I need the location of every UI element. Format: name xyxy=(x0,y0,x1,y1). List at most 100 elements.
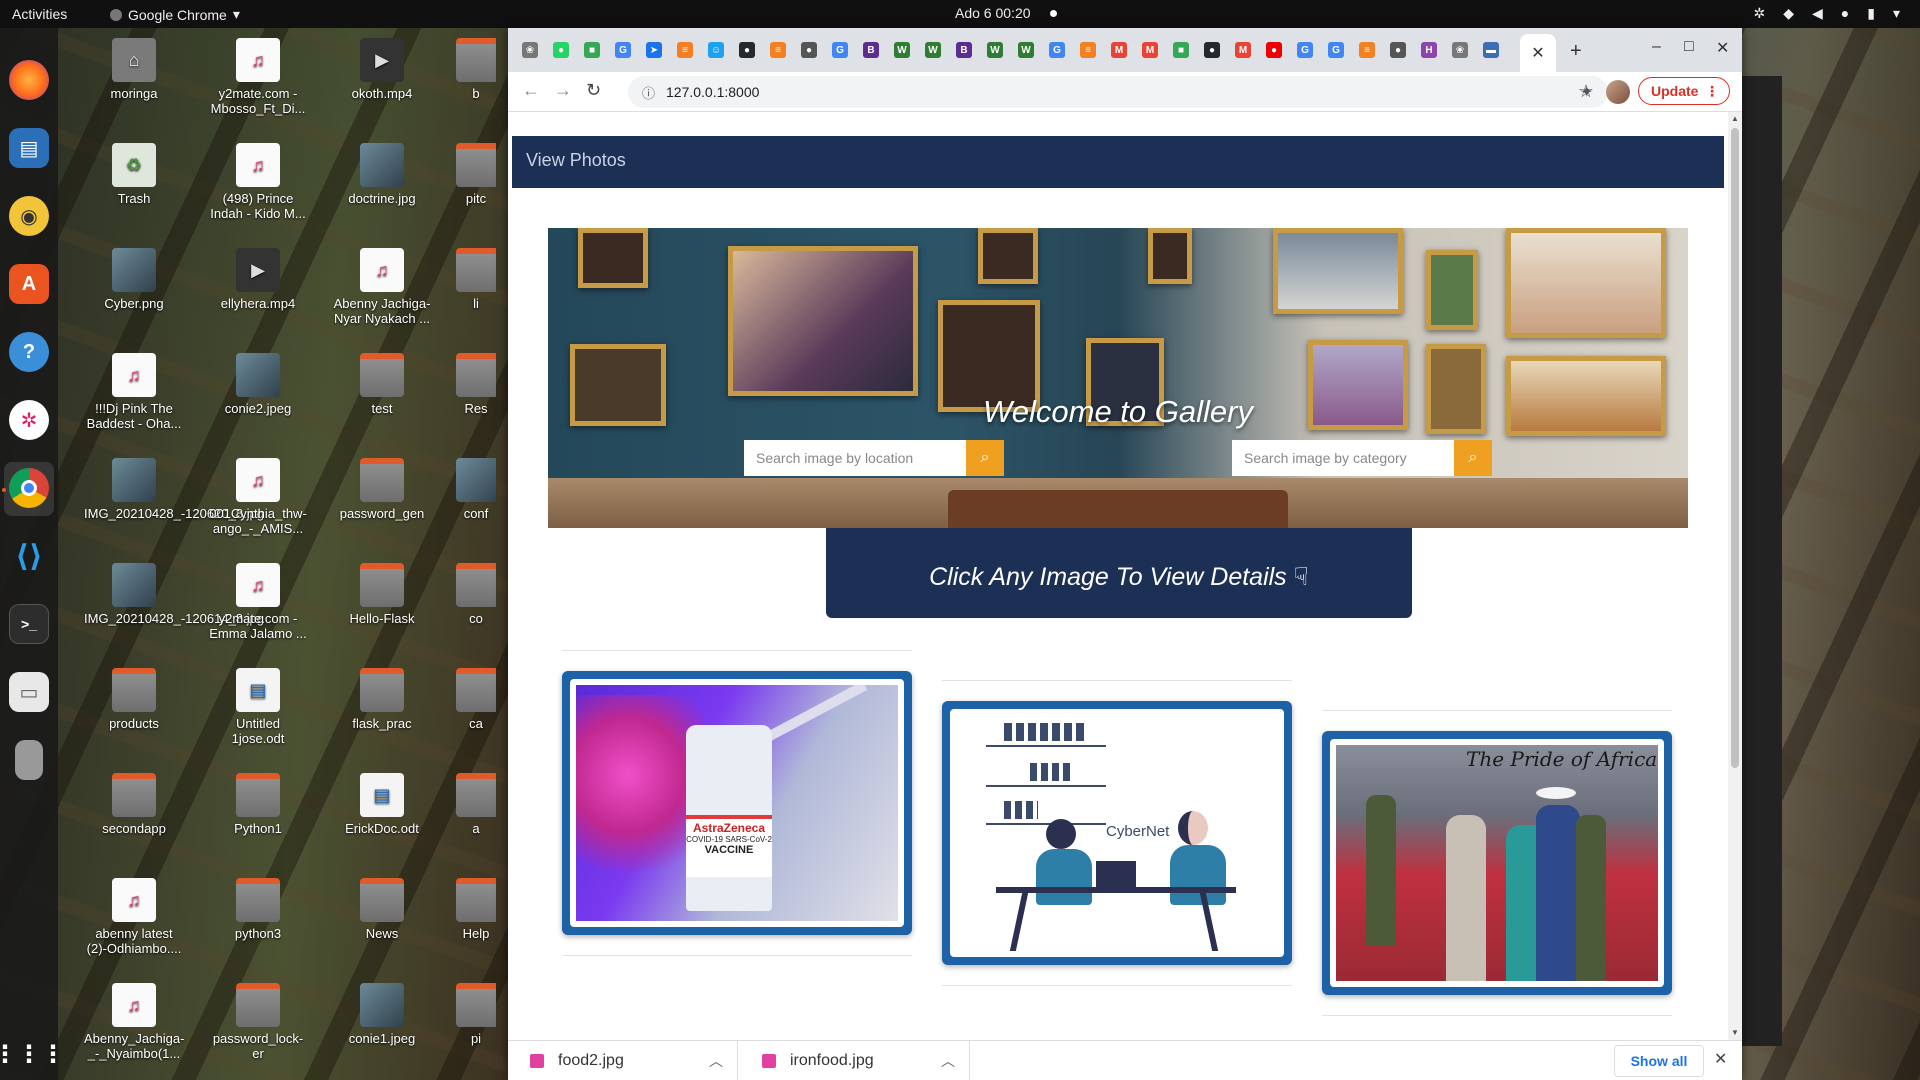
category-search-input[interactable] xyxy=(1232,440,1454,476)
download-item[interactable]: food2.jpg ︿ xyxy=(508,1041,738,1080)
help-icon[interactable]: ? xyxy=(9,332,49,372)
tab-favicon[interactable]: ❀ xyxy=(522,42,538,58)
desktop-icon[interactable]: ♫ Abenny_Jachiga-_-_Nyaimbo(1... xyxy=(84,983,184,1061)
tab-favicon[interactable]: W xyxy=(894,42,910,58)
desktop-icon[interactable]: IMG_20210428_-120614_8.jpg xyxy=(84,563,264,626)
forward-icon[interactable]: → xyxy=(554,80,572,101)
desktop-icon[interactable]: ⌂ moringa xyxy=(84,38,184,101)
scroll-down-icon[interactable]: ▼ xyxy=(1731,1028,1739,1037)
tab-favicon[interactable]: ≡ xyxy=(770,42,786,58)
navbar-brand[interactable]: View Photos xyxy=(526,150,626,170)
slack-tray-icon[interactable]: ✲ xyxy=(1753,5,1765,22)
info-icon[interactable]: ⓘ xyxy=(642,83,655,102)
close-window-icon[interactable]: ✕ xyxy=(1716,38,1729,58)
files-icon[interactable]: ▭ xyxy=(9,672,49,712)
show-all-button[interactable]: Show all xyxy=(1614,1045,1704,1077)
desktop-icon[interactable]: co xyxy=(456,563,496,626)
tab-favicon[interactable]: ❀ xyxy=(1452,42,1468,58)
category-search-button[interactable]: ⌕ xyxy=(1454,440,1492,476)
activities-button[interactable]: Activities xyxy=(12,6,67,22)
pride-of-africa-image[interactable]: The Pride of Africa xyxy=(1336,745,1658,981)
desktop-icon[interactable]: b xyxy=(456,38,496,101)
desktop-icon[interactable]: password_gen xyxy=(332,458,432,521)
tab-favicon[interactable]: ■ xyxy=(1173,42,1189,58)
app-menu[interactable]: Google Chrome ▾ xyxy=(110,6,240,23)
terminal-icon[interactable]: >_ xyxy=(9,604,49,644)
system-tray[interactable]: ✲ ◆ ◀ ● ▮ ▾ xyxy=(1753,5,1900,22)
tab-favicon[interactable]: ≡ xyxy=(1359,42,1375,58)
tab-favicon[interactable]: G xyxy=(1049,42,1065,58)
image-card[interactable]: AstraZeneca COVID-19 SARS-CoV-2 VACCINE xyxy=(562,671,912,935)
tab-favicon[interactable]: G xyxy=(615,42,631,58)
tab-favicon[interactable]: ▬ xyxy=(1483,42,1499,58)
desktop-icon[interactable]: secondapp xyxy=(84,773,184,836)
tab-favicon[interactable]: ■ xyxy=(584,42,600,58)
desktop-icon[interactable]: ca xyxy=(456,668,496,731)
desktop-icon[interactable]: ▶ ellyhera.mp4 xyxy=(208,248,308,311)
chevron-down-icon[interactable]: ▾ xyxy=(1893,5,1900,22)
tab-favicon[interactable]: W xyxy=(987,42,1003,58)
desktop-icon[interactable]: ♫ abenny latest (2)-Odhiambo.... xyxy=(84,878,184,956)
tab-favicon[interactable]: G xyxy=(1328,42,1344,58)
address-bar[interactable]: ⓘ 127.0.0.1:8000 ☆ xyxy=(628,76,1608,108)
tab-favicon[interactable]: M xyxy=(1142,42,1158,58)
firefox-icon[interactable] xyxy=(9,60,49,100)
desktop-icon[interactable]: ♫ !!!Dj Pink The Baddest - Oha... xyxy=(84,353,184,431)
image-card[interactable]: The Pride of Africa xyxy=(1322,731,1672,995)
libreoffice-writer-icon[interactable]: ▤ xyxy=(9,128,49,168)
desktop-icon[interactable]: ♫ 001Cynthia_thw-ango_-_AMIS... xyxy=(208,458,308,536)
desktop-icon[interactable]: ♻ Trash xyxy=(84,143,184,206)
chevron-up-icon[interactable]: ︿ xyxy=(941,1051,955,1071)
desktop-icon[interactable]: flask_prac xyxy=(332,668,432,731)
desktop-icon[interactable]: products xyxy=(84,668,184,731)
avatar[interactable] xyxy=(1606,80,1630,104)
desktop-icon[interactable]: ♫ y2mate.com - Mbosso_Ft_Di... xyxy=(208,38,308,116)
desktop-icon[interactable]: ♫ y2mate.com - Emma Jalamo ... xyxy=(208,563,308,641)
image-card[interactable]: CyberNet xyxy=(942,701,1292,965)
desktop-icon[interactable]: ▤ Untitled 1jose.odt xyxy=(208,668,308,746)
desktop-icon[interactable]: Cyber.png xyxy=(84,248,184,311)
page-scrollbar[interactable]: ▲ ▼ xyxy=(1728,112,1742,1040)
extensions-icon[interactable]: ✦ xyxy=(1580,82,1593,102)
clock[interactable]: Ado 6 00:20 xyxy=(955,5,1031,21)
desktop-icon[interactable]: doctrine.jpg xyxy=(332,143,432,206)
desktop-icon[interactable]: Help xyxy=(456,878,496,941)
desktop-icon[interactable]: conie2.jpeg xyxy=(208,353,308,416)
scroll-up-icon[interactable]: ▲ xyxy=(1731,114,1739,123)
tab-favicon[interactable]: M xyxy=(1111,42,1127,58)
desktop-icon[interactable]: li xyxy=(456,248,496,311)
tab-favicon[interactable]: G xyxy=(1297,42,1313,58)
tab-favicon[interactable]: W xyxy=(925,42,941,58)
tab-favicon[interactable]: ● xyxy=(553,42,569,58)
tab-favicon[interactable]: B xyxy=(863,42,879,58)
close-icon[interactable]: ✕ xyxy=(1714,1049,1727,1069)
desktop-icon[interactable]: Python1 xyxy=(208,773,308,836)
desktop-icon[interactable]: conie1.jpeg xyxy=(332,983,432,1046)
cybernet-image[interactable]: CyberNet xyxy=(956,715,1278,951)
tab-favicon[interactable]: H xyxy=(1421,42,1437,58)
desktop-icon[interactable]: ♫ (498) Prince Indah - Kido M... xyxy=(208,143,308,221)
desktop-icon[interactable]: python3 xyxy=(208,878,308,941)
desktop-icon[interactable]: Res xyxy=(456,353,496,416)
desktop-icon[interactable]: ▤ ErickDoc.odt xyxy=(332,773,432,836)
back-icon[interactable]: ← xyxy=(522,80,540,101)
chrome-icon[interactable] xyxy=(9,468,49,508)
desktop-icon[interactable]: ♫ Abenny Jachiga-Nyar Nyakach ... xyxy=(332,248,432,326)
desktop-icon[interactable]: ▶ okoth.mp4 xyxy=(332,38,432,101)
tab-favicon[interactable]: ● xyxy=(739,42,755,58)
tab-favicon[interactable]: ≡ xyxy=(677,42,693,58)
location-search-input[interactable] xyxy=(744,440,966,476)
active-tab-close-icon[interactable]: ✕ xyxy=(1520,34,1556,72)
download-item[interactable]: ironfood.jpg ︿ xyxy=(740,1041,970,1080)
tab-favicon[interactable]: ● xyxy=(1204,42,1220,58)
location-search-button[interactable]: ⌕ xyxy=(966,440,1004,476)
tab-favicon[interactable]: ● xyxy=(1390,42,1406,58)
desktop-icon[interactable]: password_lock-er xyxy=(208,983,308,1061)
tab-favicon[interactable]: G xyxy=(832,42,848,58)
desktop-icon[interactable]: News xyxy=(332,878,432,941)
maximize-icon[interactable]: □ xyxy=(1684,38,1694,56)
app-grid-icon[interactable]: ⋮⋮⋮ xyxy=(0,1034,65,1074)
tab-favicon[interactable]: ➤ xyxy=(646,42,662,58)
desktop-icon[interactable]: pitc xyxy=(456,143,496,206)
tab-favicon[interactable]: B xyxy=(956,42,972,58)
